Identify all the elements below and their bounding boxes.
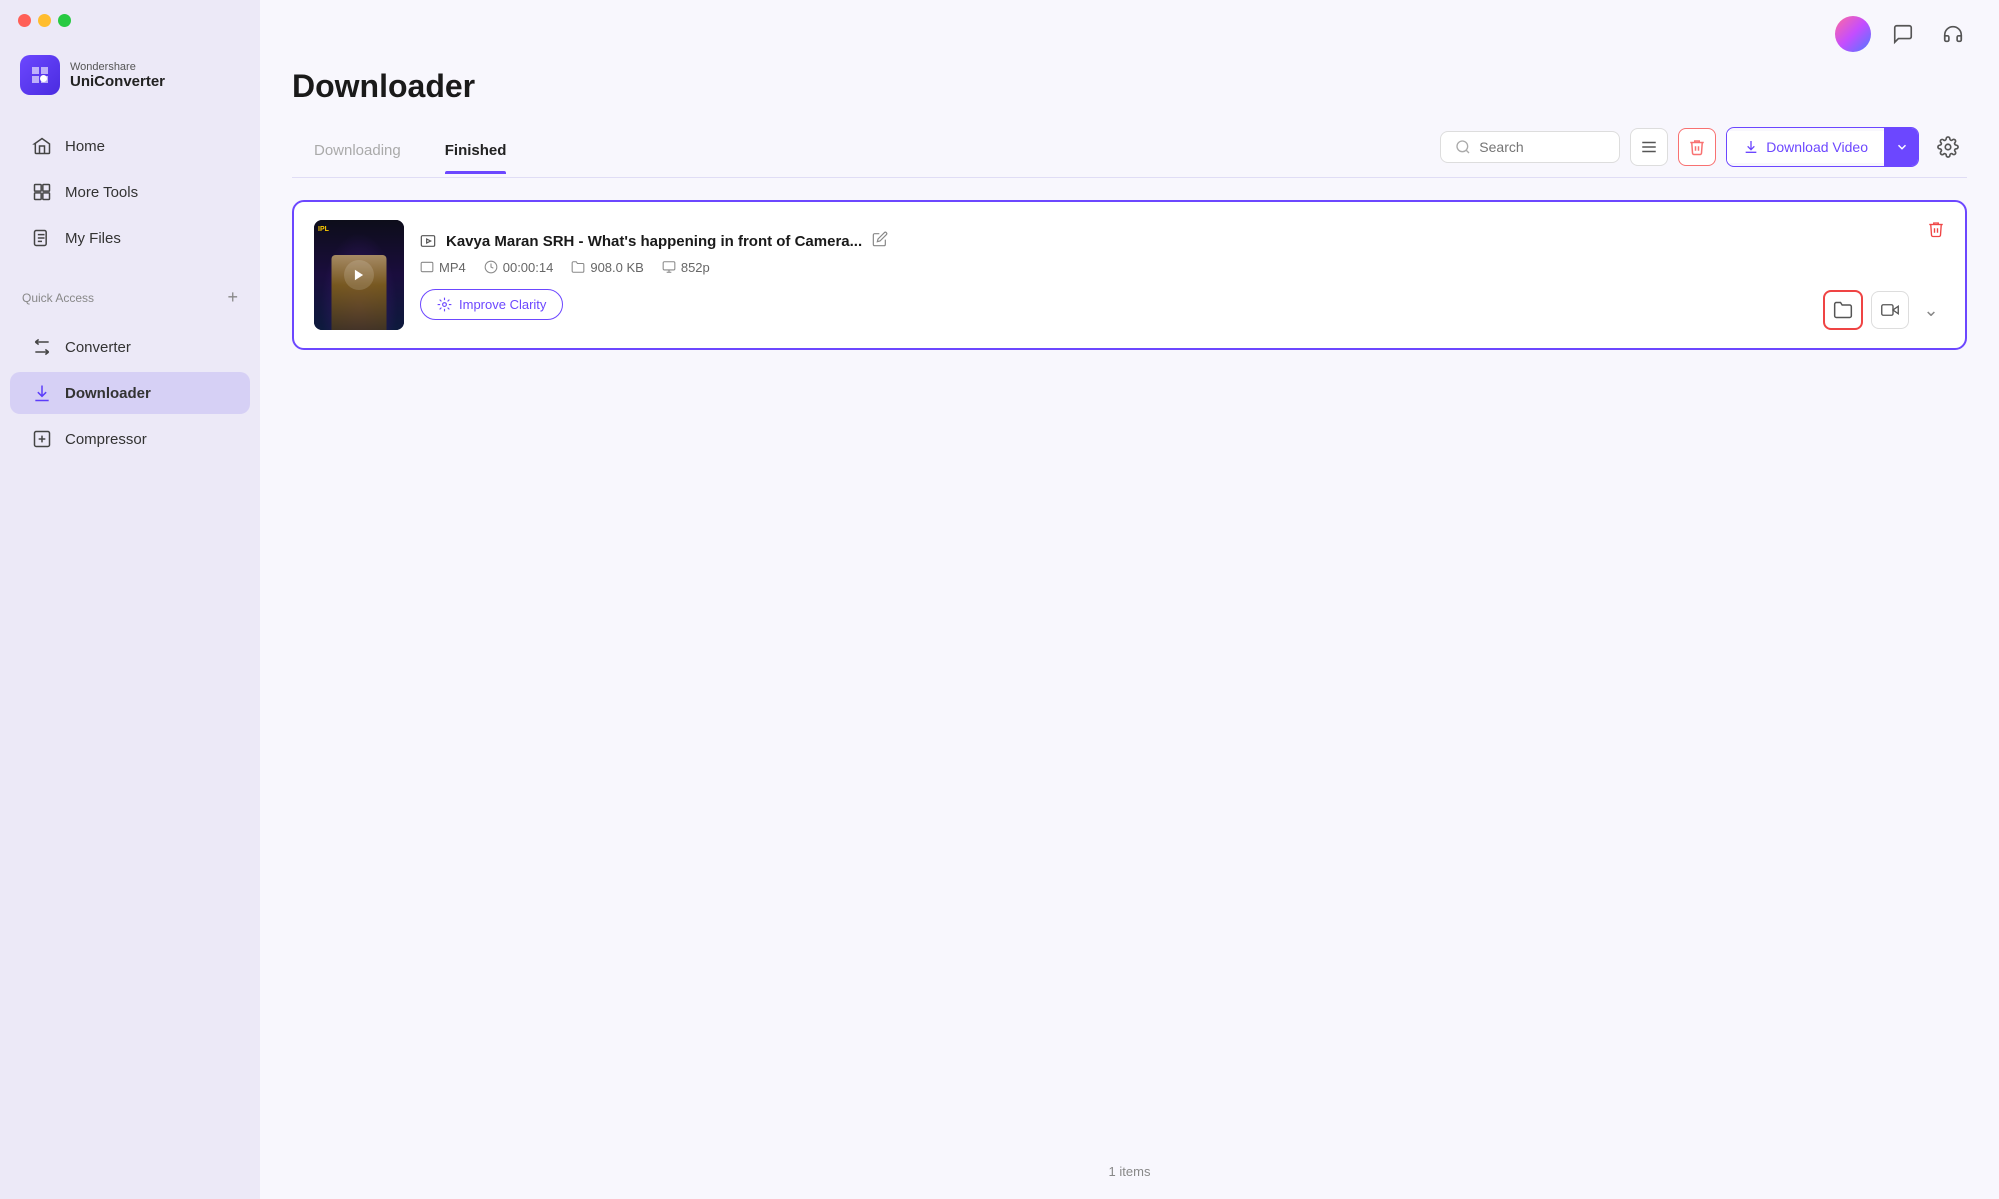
video-thumbnail-wrap: IPL: [314, 220, 404, 330]
meta-size: 908.0 KB: [571, 260, 644, 275]
improve-clarity-label: Improve Clarity: [459, 297, 546, 312]
sidebar-label-more-tools: More Tools: [65, 184, 138, 201]
brand-bottom: UniConverter: [70, 73, 165, 90]
improve-clarity-icon: [437, 297, 452, 312]
format-icon: [420, 260, 434, 274]
settings-icon: [1937, 136, 1959, 158]
card-trash-icon: [1927, 220, 1945, 238]
quick-access-label: Quick Access: [22, 291, 94, 305]
video-title-row: Kavya Maran SRH - What's happening in fr…: [420, 231, 1807, 252]
card-delete-button[interactable]: [1927, 220, 1945, 243]
meta-duration: 00:00:14: [484, 260, 554, 275]
edit-icon: [872, 231, 888, 247]
more-options-button[interactable]: ⌄: [1917, 291, 1945, 329]
settings-button[interactable]: [1929, 128, 1967, 166]
tab-finished[interactable]: Finished: [423, 132, 529, 173]
sidebar-label-compressor: Compressor: [65, 431, 147, 448]
app-header: Wondershare UniConverter: [0, 33, 260, 113]
video-type-icon: [420, 233, 436, 249]
download-video-button[interactable]: Download Video: [1726, 127, 1919, 167]
toolbar: Download Video: [1440, 127, 1967, 177]
trash-icon: [1688, 138, 1706, 156]
chat-icon: [1892, 23, 1914, 45]
download-icon: [1743, 139, 1759, 155]
video-title: Kavya Maran SRH - What's happening in fr…: [446, 233, 862, 250]
sidebar: Wondershare UniConverter Home More Tools…: [0, 0, 260, 1199]
minimize-button[interactable]: [38, 14, 51, 27]
search-input[interactable]: [1479, 139, 1605, 155]
card-bottom-actions: ⌄: [1823, 290, 1945, 330]
play-icon: [352, 268, 366, 282]
video-card: IPL Kavya Maran SRH - What's happening i…: [292, 200, 1967, 350]
sidebar-item-converter[interactable]: Converter: [10, 326, 250, 368]
files-icon: [32, 228, 52, 248]
home-icon: [32, 136, 52, 156]
video-meta: MP4 00:00:14 908.0 KB 852p: [420, 260, 1807, 275]
video-info: Kavya Maran SRH - What's happening in fr…: [420, 231, 1807, 320]
traffic-lights: [0, 0, 260, 27]
downloader-icon: [32, 383, 52, 403]
quick-access-section: Quick Access +: [0, 271, 260, 314]
content-area: Downloader Downloading Finished: [260, 68, 1999, 1199]
video-file-icon: [420, 233, 436, 249]
play-overlay[interactable]: [344, 260, 374, 290]
tab-downloading[interactable]: Downloading: [292, 132, 423, 173]
search-box[interactable]: [1440, 131, 1620, 163]
list-icon: [1640, 138, 1658, 156]
add-quick-access-button[interactable]: +: [227, 287, 238, 308]
app-logo: [20, 55, 60, 95]
topbar: [260, 0, 1999, 68]
sidebar-item-downloader[interactable]: Downloader: [10, 372, 250, 414]
maximize-button[interactable]: [58, 14, 71, 27]
meta-format: MP4: [420, 260, 466, 275]
main-content: Downloader Downloading Finished: [260, 0, 1999, 1199]
clock-icon: [484, 260, 498, 274]
delete-button[interactable]: [1678, 128, 1716, 166]
app-name: Wondershare UniConverter: [70, 61, 165, 90]
converter-icon: [32, 337, 52, 357]
sidebar-item-home[interactable]: Home: [10, 125, 250, 167]
sidebar-item-more-tools[interactable]: More Tools: [10, 171, 250, 213]
sidebar-item-compressor[interactable]: Compressor: [10, 418, 250, 460]
sidebar-nav: Home More Tools My Files: [0, 113, 260, 271]
sidebar-label-converter: Converter: [65, 339, 131, 356]
page-title: Downloader: [292, 68, 1967, 105]
list-view-button[interactable]: [1630, 128, 1668, 166]
chat-icon-button[interactable]: [1885, 16, 1921, 52]
convert-button[interactable]: [1871, 291, 1909, 329]
download-video-label: Download Video: [1766, 139, 1868, 155]
headset-icon: [1942, 23, 1964, 45]
sidebar-item-my-files[interactable]: My Files: [10, 217, 250, 259]
folder-icon: [571, 260, 585, 274]
grid-icon: [32, 182, 52, 202]
edit-title-button[interactable]: [872, 231, 888, 252]
sidebar-label-home: Home: [65, 138, 105, 155]
tabs: Downloading Finished: [292, 132, 528, 173]
download-video-main: Download Video: [1727, 131, 1884, 163]
brand-top: Wondershare: [70, 61, 165, 73]
compressor-icon: [32, 429, 52, 449]
sidebar-label-my-files: My Files: [65, 230, 121, 247]
improve-clarity-button[interactable]: Improve Clarity: [420, 289, 563, 320]
close-button[interactable]: [18, 14, 31, 27]
open-folder-button[interactable]: [1823, 290, 1863, 330]
folder-open-icon: [1833, 300, 1853, 320]
sidebar-label-downloader: Downloader: [65, 385, 151, 402]
meta-resolution: 852p: [662, 260, 710, 275]
search-icon: [1455, 139, 1471, 155]
user-avatar[interactable]: [1835, 16, 1871, 52]
convert-icon: [1881, 301, 1899, 319]
quick-access-nav: Converter Downloader Compressor: [0, 314, 260, 472]
download-video-arrow[interactable]: [1884, 128, 1918, 166]
items-count: 1 items: [1109, 1164, 1151, 1179]
card-actions: ⌄: [1823, 220, 1945, 330]
tabs-toolbar-row: Downloading Finished: [292, 127, 1967, 178]
footer: 1 items: [260, 1144, 1999, 1199]
thumbnail-text: IPL: [318, 226, 329, 234]
chevron-down-icon: [1895, 140, 1909, 154]
headset-icon-button[interactable]: [1935, 16, 1971, 52]
screen-icon: [662, 260, 676, 274]
